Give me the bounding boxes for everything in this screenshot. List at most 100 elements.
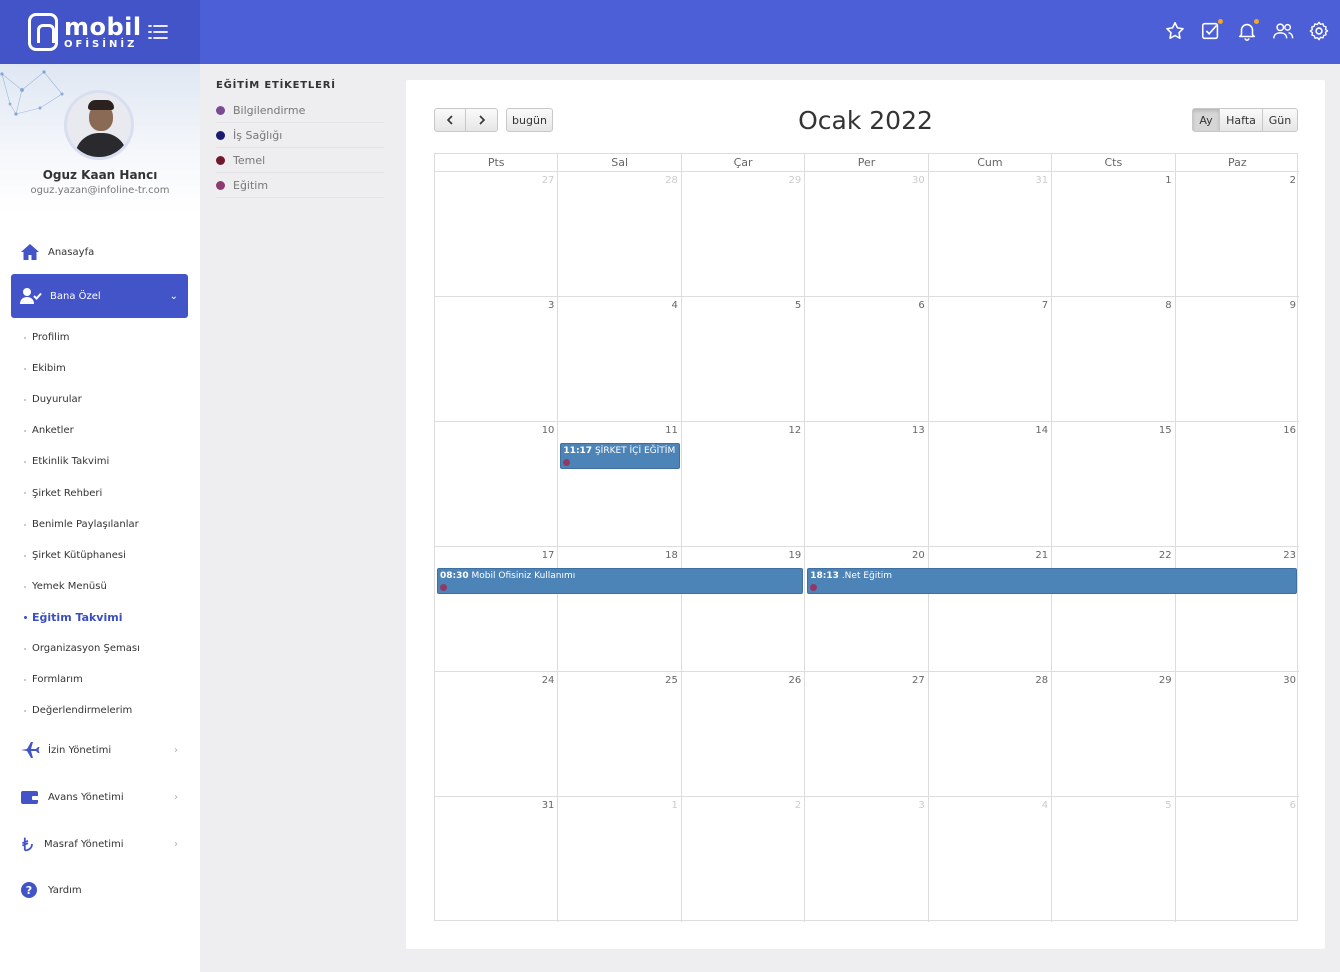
day-number[interactable]: 8: [1165, 300, 1171, 311]
day-cell[interactable]: 4: [558, 297, 682, 422]
day-number[interactable]: 5: [1165, 800, 1171, 811]
day-cell[interactable]: 11: [558, 422, 682, 547]
day-cell[interactable]: 14: [928, 422, 1053, 547]
day-cell[interactable]: 19: [681, 547, 806, 672]
submenu-item[interactable]: Organizasyon Şeması: [0, 633, 200, 664]
day-number[interactable]: 14: [1035, 425, 1048, 436]
day-cell[interactable]: 25: [558, 672, 682, 797]
submenu-item[interactable]: Şirket Kütüphanesi: [0, 540, 200, 571]
day-number[interactable]: 24: [542, 675, 555, 686]
day-number[interactable]: 15: [1159, 425, 1172, 436]
day-cell[interactable]: 31: [928, 172, 1053, 297]
day-number[interactable]: 26: [789, 675, 802, 686]
day-number[interactable]: 5: [795, 300, 801, 311]
day-cell[interactable]: 3: [435, 297, 559, 422]
logo[interactable]: mobil OFİSİNİZ: [0, 0, 200, 64]
day-number[interactable]: 17: [542, 550, 555, 561]
view-day-button[interactable]: Gün: [1262, 108, 1298, 132]
day-cell[interactable]: 1: [558, 797, 682, 922]
day-cell[interactable]: 1: [1052, 172, 1176, 297]
day-number[interactable]: 19: [789, 550, 802, 561]
gear-icon[interactable]: [1308, 20, 1330, 42]
task-check-icon[interactable]: [1200, 19, 1223, 42]
calendar-event[interactable]: 11:17 ŞİRKET İÇİ EĞİTİM: [560, 443, 680, 469]
day-number[interactable]: 28: [665, 175, 678, 186]
day-cell[interactable]: 29: [681, 172, 806, 297]
day-number[interactable]: 29: [1159, 675, 1172, 686]
submenu-item[interactable]: Yemek Menüsü: [0, 571, 200, 602]
day-number[interactable]: 2: [795, 800, 801, 811]
day-number[interactable]: 3: [918, 800, 924, 811]
day-number[interactable]: 6: [918, 300, 924, 311]
day-cell[interactable]: 7: [928, 297, 1053, 422]
submenu-item[interactable]: Şirket Rehberi: [0, 477, 200, 508]
day-cell[interactable]: 28: [558, 172, 682, 297]
nav-item-home[interactable]: Anasayfa: [0, 240, 200, 264]
day-number[interactable]: 16: [1283, 425, 1296, 436]
day-cell[interactable]: 4: [929, 797, 1053, 922]
day-number[interactable]: 28: [1035, 675, 1048, 686]
day-cell[interactable]: 9: [1175, 297, 1299, 422]
day-number[interactable]: 6: [1290, 800, 1296, 811]
day-number[interactable]: 2: [1290, 175, 1296, 186]
day-number[interactable]: 31: [1035, 175, 1048, 186]
nav-item-bana-ozel[interactable]: Bana Özel ⌄: [11, 274, 188, 318]
day-number[interactable]: 30: [1283, 675, 1296, 686]
day-cell[interactable]: 28: [928, 672, 1053, 797]
day-number[interactable]: 4: [671, 300, 677, 311]
day-number[interactable]: 12: [789, 425, 802, 436]
day-cell[interactable]: 12: [681, 422, 806, 547]
avatar[interactable]: [64, 90, 134, 160]
day-number[interactable]: 11: [665, 425, 678, 436]
day-number[interactable]: 7: [1042, 300, 1048, 311]
day-cell[interactable]: 18: [558, 547, 682, 672]
day-cell[interactable]: 5: [1052, 797, 1176, 922]
day-cell[interactable]: 2: [1175, 172, 1299, 297]
day-number[interactable]: 20: [912, 550, 925, 561]
day-cell[interactable]: 10: [435, 422, 559, 547]
nav-item-masraf[interactable]: Masraf Yönetimi ›: [0, 820, 200, 868]
day-number[interactable]: 25: [665, 675, 678, 686]
day-number[interactable]: 10: [542, 425, 555, 436]
day-cell[interactable]: 17: [435, 547, 559, 672]
day-cell[interactable]: 6: [1176, 797, 1299, 922]
day-cell[interactable]: 6: [805, 297, 929, 422]
bell-icon[interactable]: [1236, 19, 1259, 42]
submenu-item[interactable]: Benimle Paylaşılanlar: [0, 509, 200, 540]
day-cell[interactable]: 3: [805, 797, 929, 922]
nav-item-avans[interactable]: Avans Yönetimi ›: [0, 774, 200, 820]
tag-item[interactable]: Temel: [216, 148, 384, 173]
day-cell[interactable]: 15: [1052, 422, 1176, 547]
day-cell[interactable]: 2: [682, 797, 806, 922]
day-number[interactable]: 29: [789, 175, 802, 186]
day-number[interactable]: 9: [1290, 300, 1296, 311]
day-number[interactable]: 27: [912, 675, 925, 686]
day-cell[interactable]: 22: [1052, 547, 1176, 672]
tag-item[interactable]: İş Sağlığı: [216, 123, 384, 148]
day-number[interactable]: 21: [1035, 550, 1048, 561]
day-cell[interactable]: 20: [805, 547, 929, 672]
star-icon[interactable]: [1164, 20, 1186, 42]
tag-item[interactable]: Eğitim: [216, 173, 384, 198]
day-cell[interactable]: 27: [435, 172, 559, 297]
day-number[interactable]: 30: [912, 175, 925, 186]
calendar-event[interactable]: 18:13 .Net Eğitim: [807, 568, 1297, 594]
day-cell[interactable]: 30: [805, 172, 929, 297]
day-cell[interactable]: 29: [1052, 672, 1176, 797]
view-week-button[interactable]: Hafta: [1219, 108, 1263, 132]
submenu-item[interactable]: Duyurular: [0, 384, 200, 415]
day-cell[interactable]: 21: [928, 547, 1053, 672]
day-number[interactable]: 4: [1042, 800, 1048, 811]
day-cell[interactable]: 23: [1175, 547, 1299, 672]
day-number[interactable]: 23: [1283, 550, 1296, 561]
nav-item-yardim[interactable]: ? Yardım: [0, 868, 200, 912]
day-number[interactable]: 31: [542, 800, 555, 811]
day-cell[interactable]: 27: [805, 672, 929, 797]
day-cell[interactable]: 31: [435, 797, 559, 922]
day-number[interactable]: 3: [548, 300, 554, 311]
submenu-item[interactable]: Ekibim: [0, 353, 200, 384]
day-number[interactable]: 22: [1159, 550, 1172, 561]
day-cell[interactable]: 13: [805, 422, 929, 547]
day-number[interactable]: 27: [542, 175, 555, 186]
submenu-item[interactable]: Formlarım: [0, 664, 200, 695]
